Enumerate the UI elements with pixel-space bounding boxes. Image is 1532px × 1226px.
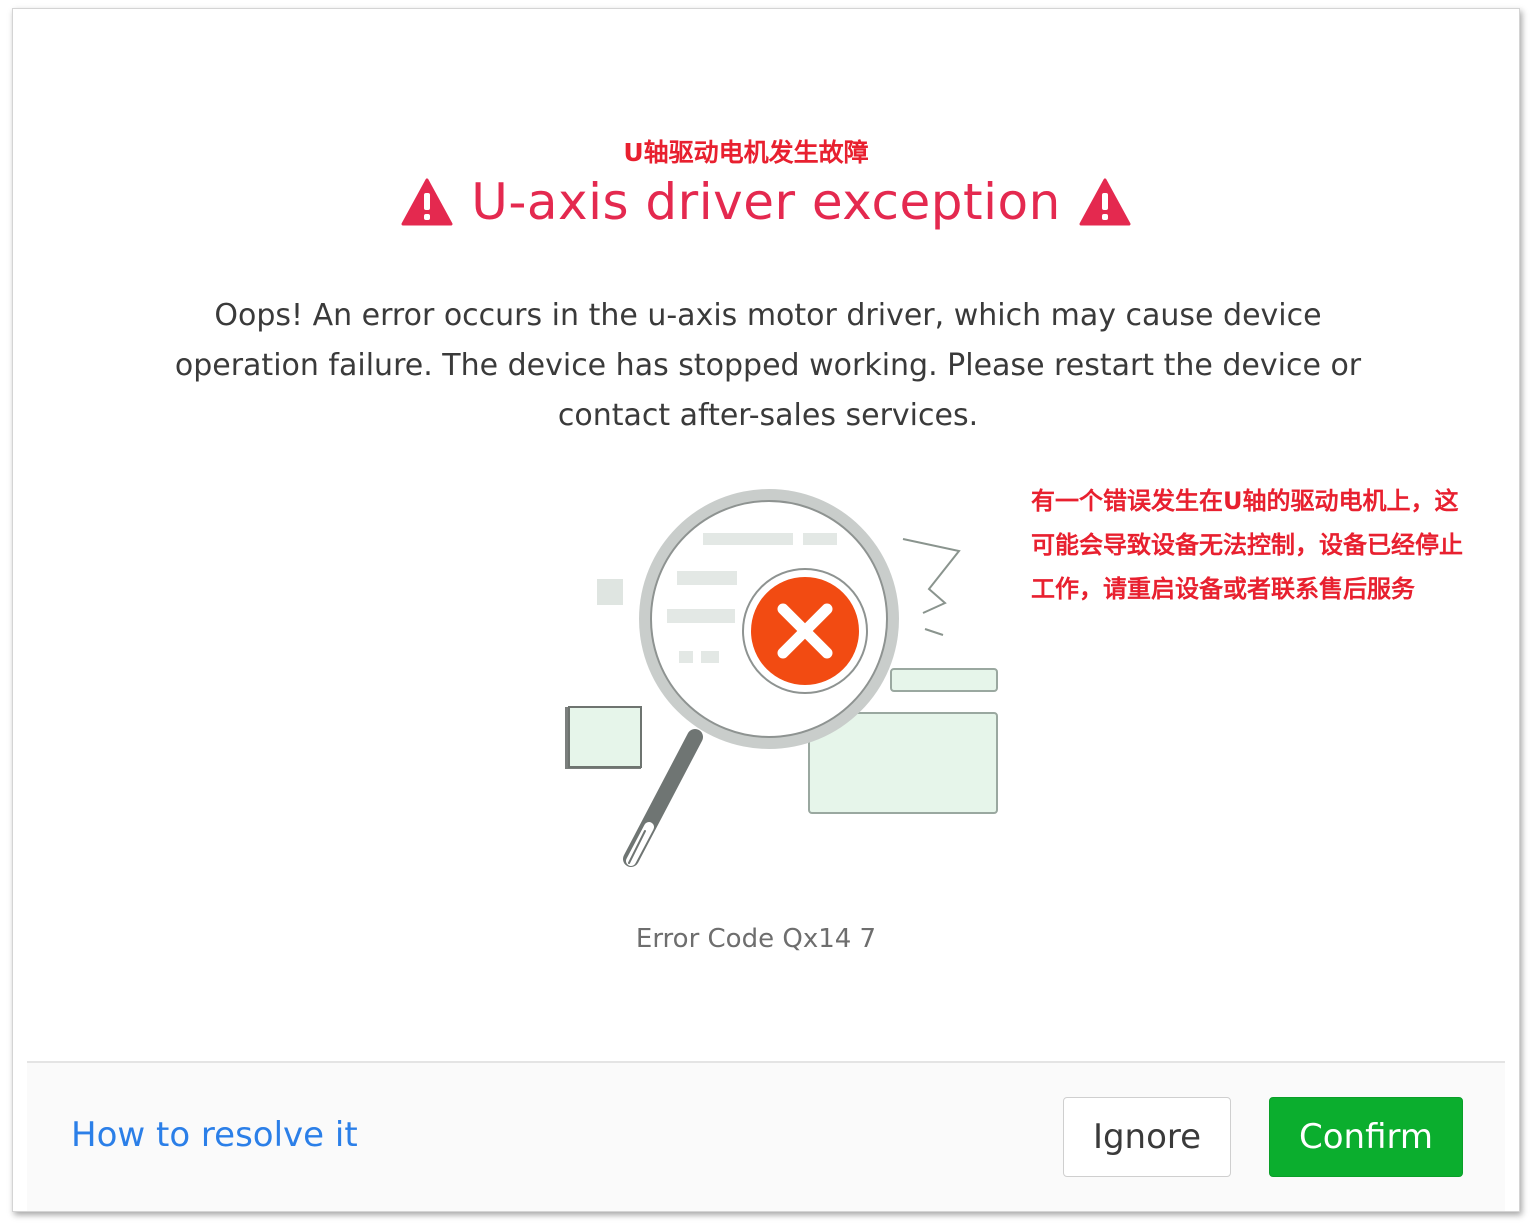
- warning-icon: [1079, 178, 1131, 226]
- magnifier-error-illustration: [565, 489, 998, 867]
- confirm-button[interactable]: Confirm: [1269, 1097, 1463, 1177]
- chinese-note-annotation: 有一个错误发生在U轴的驱动电机上，这可能会导致设备无法控制，设备已经停止工作，请…: [1031, 487, 1463, 603]
- how-to-resolve-link[interactable]: How to resolve it: [71, 1115, 358, 1155]
- error-message: Oops! An error occurs in the u-axis moto…: [174, 298, 1362, 433]
- chinese-title-annotation: U轴驱动电机发生故障: [623, 138, 869, 167]
- dialog-title-row: U-axis driver exception: [13, 167, 1519, 237]
- error-dialog: U轴驱动电机发生故障 U-axis driver exception Oops!…: [12, 8, 1520, 1212]
- dialog-title: U-axis driver exception: [471, 173, 1061, 231]
- dialog-footer: How to resolve it Ignore Confirm: [27, 1063, 1505, 1211]
- ignore-button[interactable]: Ignore: [1063, 1097, 1231, 1177]
- warning-icon: [401, 178, 453, 226]
- error-code: Error Code Qx14 7: [635, 924, 877, 954]
